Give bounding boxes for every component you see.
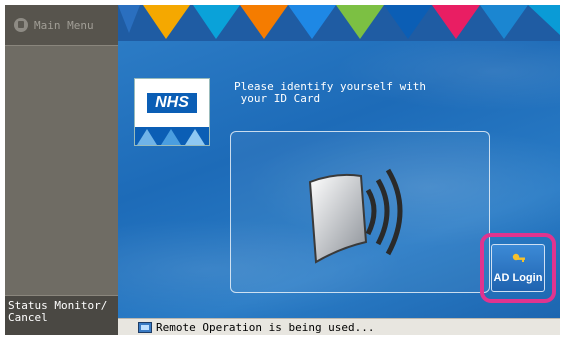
ad-login-label: AD Login xyxy=(493,272,543,284)
main-menu-label: Main Menu xyxy=(34,18,94,32)
ad-login-button[interactable]: AD Login xyxy=(491,244,545,292)
ad-login-highlight: AD Login xyxy=(480,233,556,303)
login-panel: NHS Please identify yourself with your I… xyxy=(118,5,560,335)
id-card-prompt: Please identify yourself with your ID Ca… xyxy=(234,80,427,105)
card-reader-area xyxy=(230,131,490,293)
status-monitor-cancel-button[interactable]: Status Monitor/ Cancel xyxy=(5,295,118,335)
sidebar: Main Menu Status Monitor/ Cancel xyxy=(5,5,118,335)
remote-operation-icon xyxy=(138,322,152,333)
nhs-card-triangles xyxy=(135,127,209,145)
device-screen: Main Menu Status Monitor/ Cancel NHS Ple… xyxy=(5,5,560,335)
key-icon xyxy=(512,253,525,262)
main-menu-button[interactable]: Main Menu xyxy=(5,5,118,46)
nhs-logo-card: NHS xyxy=(134,78,210,146)
status-bar-text: Remote Operation is being used... xyxy=(156,321,375,334)
nhs-logo: NHS xyxy=(147,93,197,113)
main-menu-icon xyxy=(14,18,28,32)
status-bar: Remote Operation is being used... xyxy=(118,318,560,335)
card-tap-icon xyxy=(308,168,403,264)
decorative-triangle-strip xyxy=(118,5,560,41)
